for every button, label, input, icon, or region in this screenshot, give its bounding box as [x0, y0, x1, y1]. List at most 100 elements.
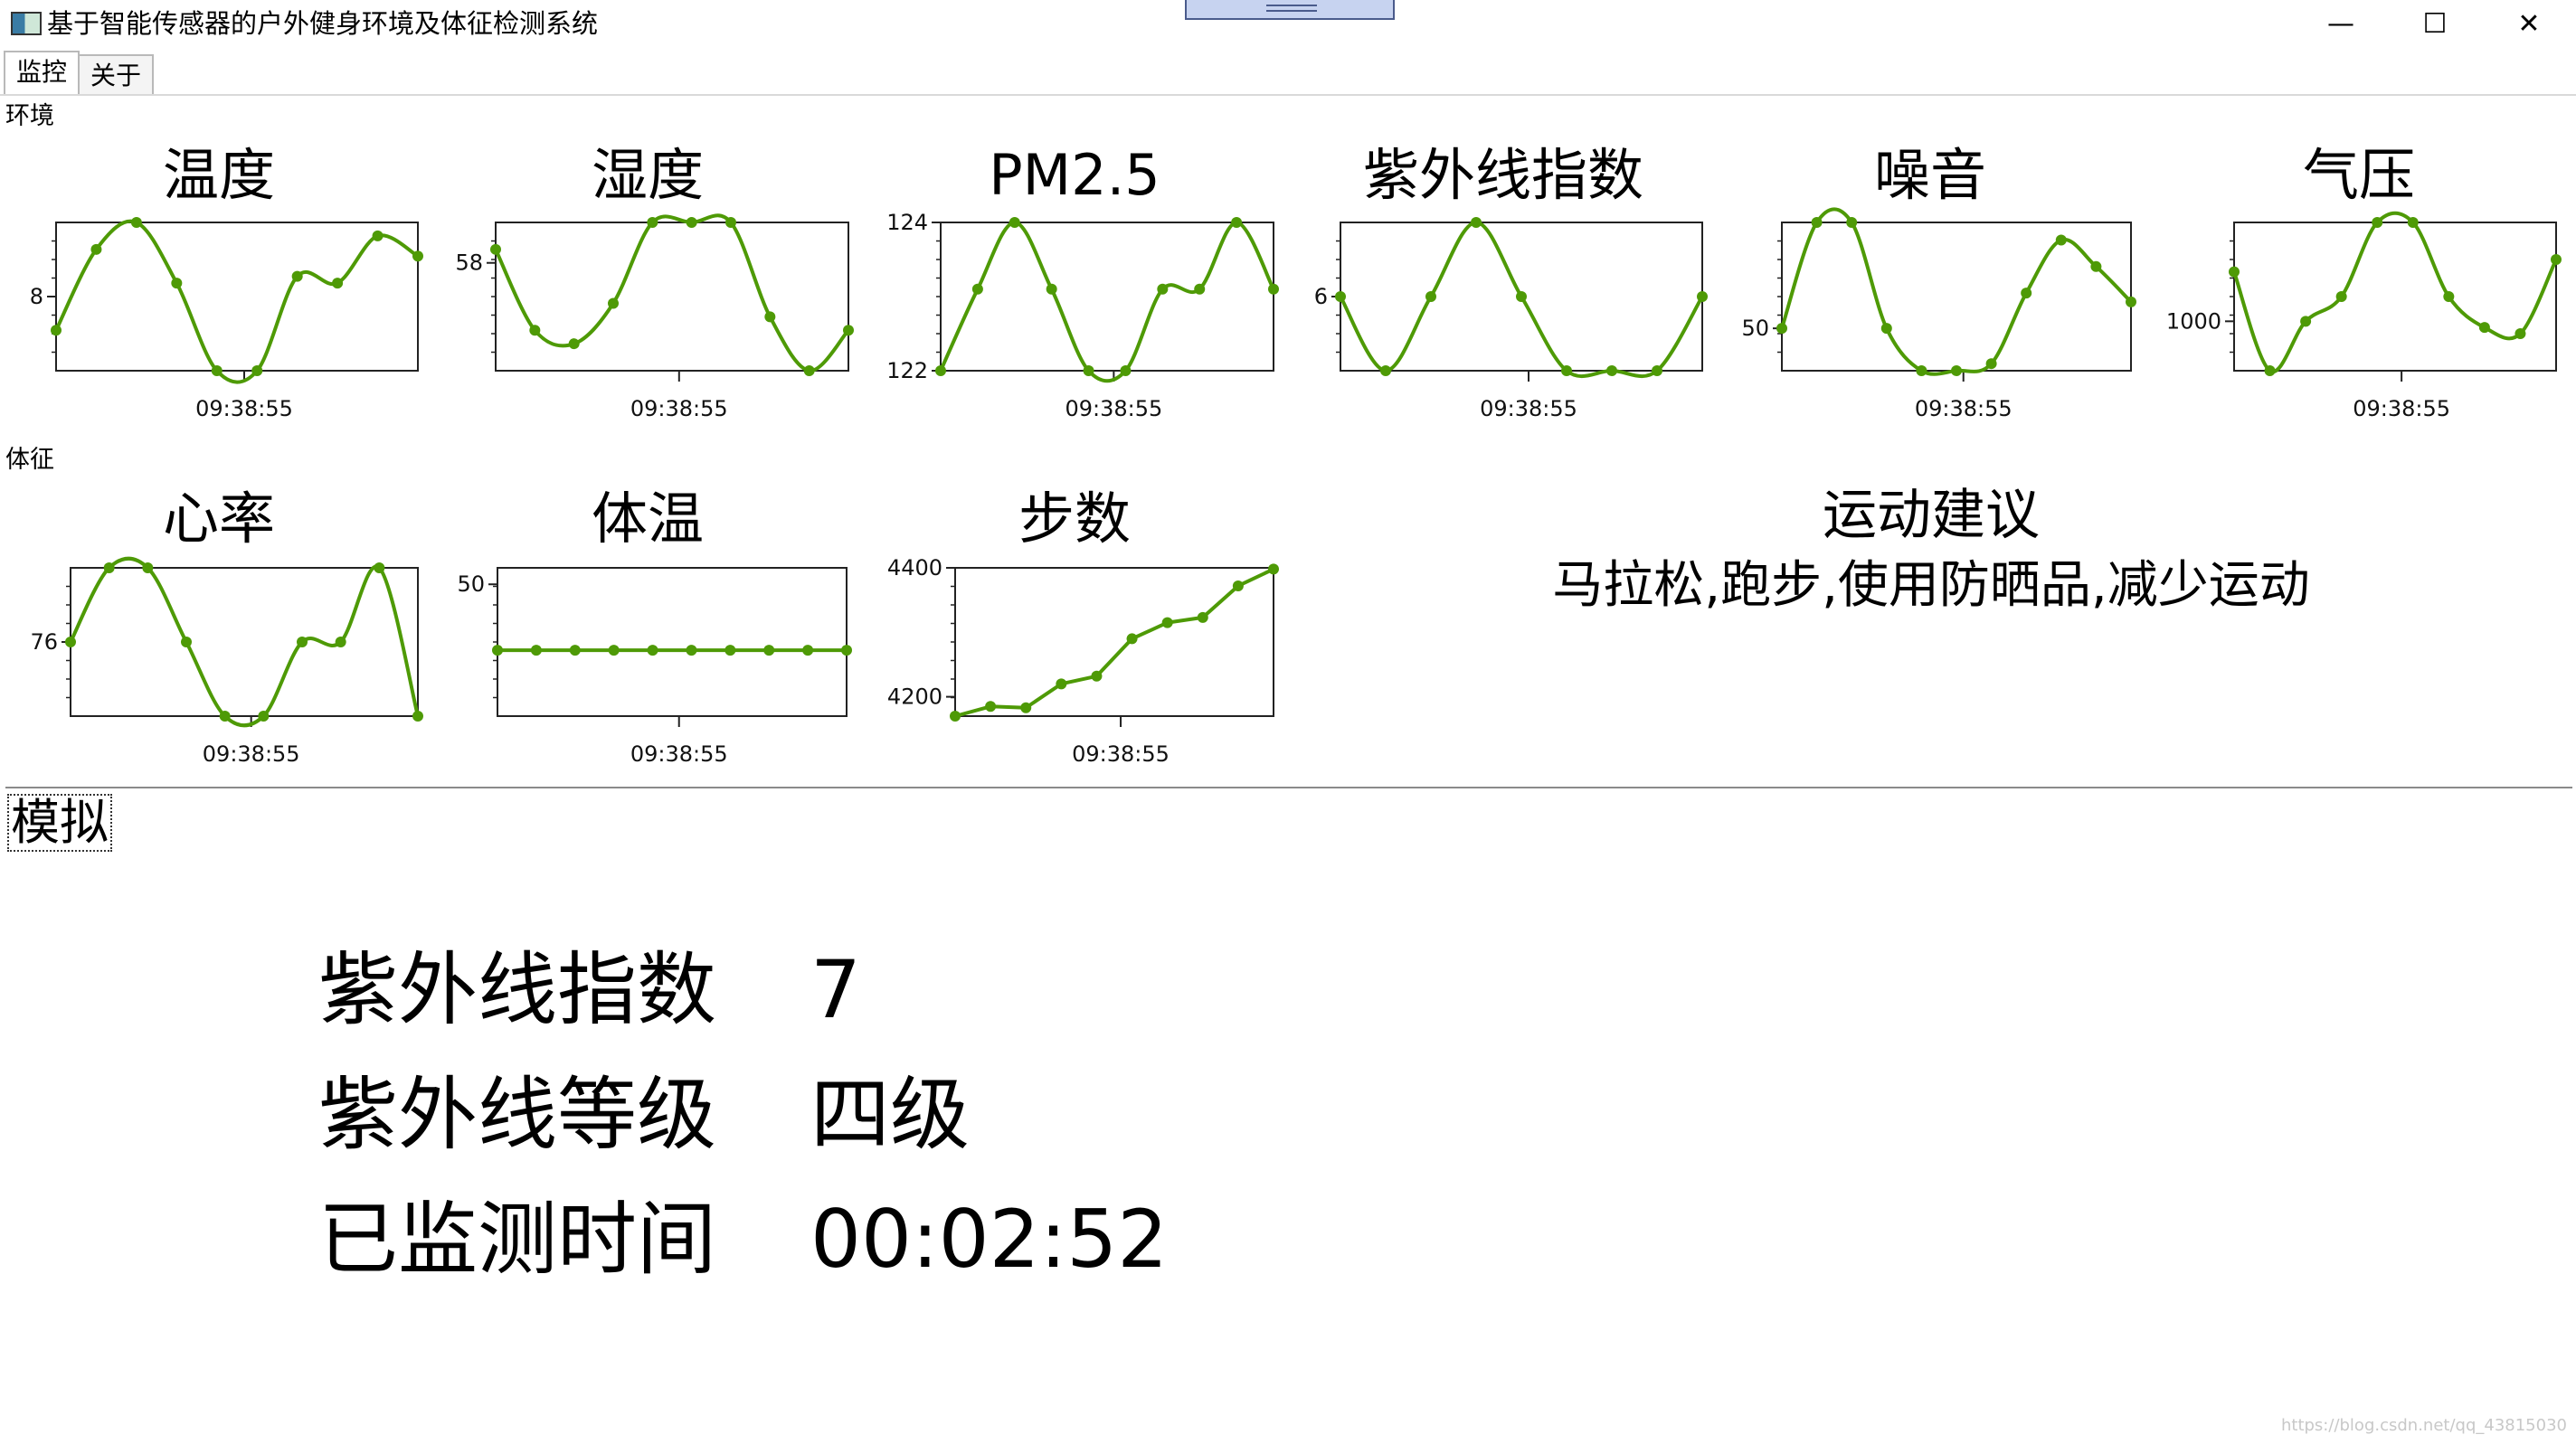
y-tick-label: 1000: [2166, 308, 2221, 334]
chart-title-uv-index: 紫外线指数: [1362, 142, 1643, 208]
data-point: [103, 562, 115, 573]
y-tick-label: 124: [886, 210, 928, 235]
data-point: [843, 325, 854, 336]
uv-index-value: 7: [810, 943, 861, 1036]
body-temperature-chart: 50 09:38:55: [457, 567, 852, 767]
data-point: [2126, 296, 2136, 307]
data-point: [1516, 291, 1527, 302]
data-point: [1020, 702, 1032, 713]
data-point: [1561, 365, 1572, 376]
chart-title-pressure: 气压: [2302, 142, 2415, 208]
plot-frame: [1781, 222, 2132, 372]
data-point: [219, 711, 231, 722]
data-point: [2055, 234, 2067, 246]
data-point: [332, 278, 344, 289]
data-point: [1091, 670, 1103, 682]
plot-frame: [497, 567, 848, 717]
exercise-advice-text: 马拉松,跑步,使用防晒品,减少运动: [1552, 556, 2310, 615]
vitals-section-label: 体征: [5, 446, 54, 474]
x-tick-label: 09:38:55: [630, 396, 728, 421]
data-point: [1120, 365, 1132, 376]
series-line: [939, 221, 1275, 383]
monitor-time-label: 已监测时间: [318, 1193, 717, 1286]
chart-title-pm25: PM2.5: [989, 142, 1160, 208]
data-point: [1126, 633, 1138, 645]
x-tick-label: 09:38:55: [203, 741, 300, 767]
uv-index-chart: 6 09:38:55: [1314, 217, 1708, 421]
maximize-button[interactable]: ☐: [2388, 0, 2482, 47]
environment-section-label: 环境: [5, 102, 54, 130]
x-tick-label: 09:38:55: [1480, 396, 1577, 421]
data-point: [1425, 291, 1436, 302]
chart-title-heart-rate: 心率: [162, 486, 275, 552]
data-point: [1232, 580, 1244, 591]
data-point: [142, 562, 154, 573]
y-tick-label: 6: [1314, 284, 1328, 309]
uv-level-label: 紫外线等级: [318, 1068, 717, 1161]
close-button[interactable]: ✕: [2482, 0, 2576, 47]
plot-frame: [954, 567, 1274, 717]
x-tick-label: 09:38:55: [2353, 396, 2450, 421]
data-point: [1606, 365, 1617, 376]
series-line: [69, 556, 420, 728]
watermark: https://blog.csdn.net/qq_43815030: [2280, 1416, 2567, 1435]
chart-title-body-temperature: 体温: [591, 486, 704, 552]
data-point: [1380, 365, 1391, 376]
data-point: [950, 711, 961, 722]
tab-about[interactable]: 关于: [78, 54, 155, 94]
data-point: [2264, 365, 2276, 376]
data-point: [686, 217, 697, 228]
data-point: [1194, 283, 1206, 295]
data-point: [1811, 217, 1823, 228]
data-point: [2551, 254, 2562, 265]
monitor-time-value: 00:02:52: [810, 1193, 1169, 1286]
data-point: [51, 325, 62, 336]
data-point: [1157, 283, 1169, 295]
data-point: [647, 645, 658, 656]
data-point: [90, 243, 102, 255]
y-tick-label: 122: [886, 358, 928, 383]
data-point: [985, 701, 997, 713]
series-line: [954, 567, 1274, 718]
pm25-chart: 124 122 09:38:55: [886, 210, 1279, 421]
minimize-button[interactable]: —: [2294, 0, 2388, 47]
y-tick-label: 4200: [887, 684, 942, 710]
y-tick-label: 50: [1741, 316, 1769, 341]
data-point: [65, 637, 76, 647]
series-line: [1780, 207, 2133, 376]
data-point: [1880, 323, 1892, 335]
noise-chart: 50 09:38:55: [1741, 207, 2136, 421]
data-point: [171, 278, 183, 289]
data-point: [181, 637, 192, 647]
data-point: [1916, 365, 1927, 376]
data-point: [1197, 611, 1208, 623]
y-tick-label: 8: [30, 284, 43, 309]
simulate-button[interactable]: 模拟: [7, 794, 112, 852]
data-point: [724, 645, 736, 656]
plot-frame: [70, 567, 419, 717]
grip-lines-icon: [1266, 5, 1317, 12]
data-point: [686, 645, 697, 656]
y-tick-label: 4400: [887, 555, 942, 580]
data-point: [1161, 617, 1173, 628]
data-point: [211, 365, 223, 376]
data-point: [764, 311, 776, 323]
data-point: [1009, 217, 1020, 228]
uv-level-value: 四级: [810, 1068, 971, 1161]
exercise-advice-title: 运动建议: [1823, 484, 2040, 547]
plot-frame: [55, 222, 419, 372]
data-point: [492, 645, 503, 656]
tab-monitor[interactable]: 监控: [4, 51, 80, 96]
data-point: [335, 637, 346, 647]
y-tick-label: 58: [455, 250, 483, 276]
data-point: [291, 270, 303, 282]
steps-chart: 4400 4200 09:38:55: [887, 555, 1279, 767]
uv-index-label: 紫外线指数: [318, 943, 717, 1036]
data-point: [608, 645, 620, 656]
heart-rate-chart: 76 09:38:55: [30, 556, 423, 767]
data-point: [2443, 291, 2455, 302]
drag-handle[interactable]: [1185, 0, 1395, 20]
data-point: [2090, 260, 2102, 272]
data-point: [841, 645, 852, 656]
chart-title-steps: 步数: [1018, 486, 1131, 552]
